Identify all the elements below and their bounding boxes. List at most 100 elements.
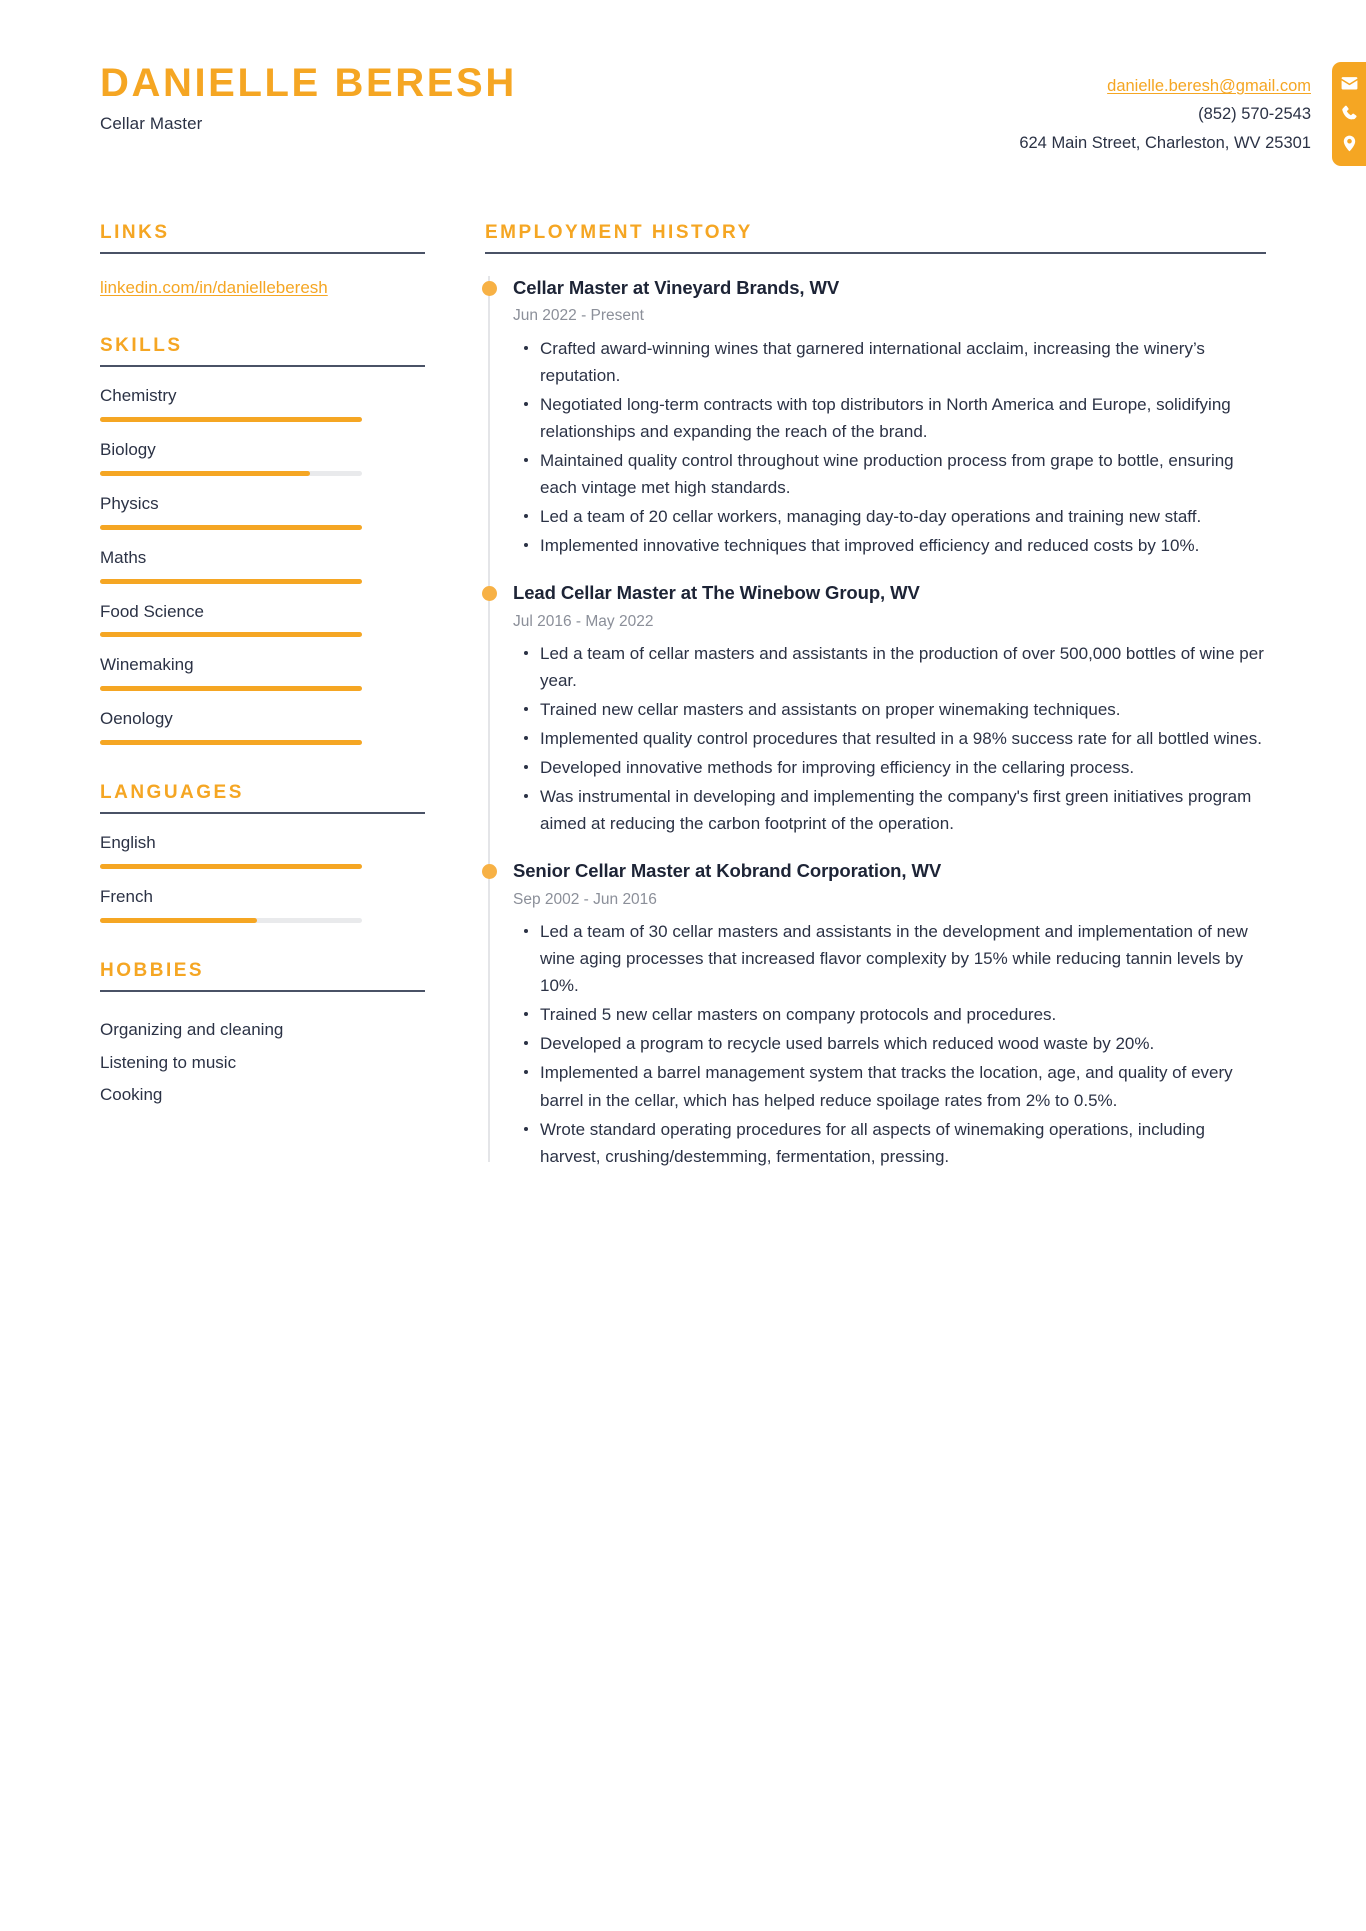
identity-block: DANIELLE BERESH Cellar Master bbox=[0, 61, 517, 134]
employment-timeline: Cellar Master at Vineyard Brands, WV Jun… bbox=[482, 254, 1266, 1170]
language-level-fill bbox=[100, 864, 362, 870]
section-title-skills: SKILLS bbox=[100, 334, 183, 356]
section-title-hobbies: HOBBIES bbox=[100, 960, 205, 982]
skill-label: Chemistry bbox=[100, 385, 177, 405]
envelope-icon bbox=[1340, 74, 1359, 93]
job-bullet: Trained 5 new cellar masters on company … bbox=[524, 1001, 1266, 1028]
link-item-linkedin[interactable]: linkedin.com/in/danielleberesh bbox=[100, 278, 328, 298]
job-bullet: Wrote standard operating procedures for … bbox=[524, 1116, 1266, 1170]
section-languages: LANGUAGES English French bbox=[100, 782, 425, 924]
hobbies-list: Organizing and cleaning Listening to mus… bbox=[100, 992, 425, 1112]
section-skills: SKILLS Chemistry Biology Physics Maths F… bbox=[100, 334, 425, 746]
section-links: LINKS linkedin.com/in/danielleberesh bbox=[100, 222, 425, 298]
skill-level-track bbox=[100, 524, 362, 530]
skill-row: Food Science bbox=[100, 601, 425, 638]
contact-phone: (852) 570-2543 bbox=[1198, 105, 1311, 124]
language-row: French bbox=[100, 886, 425, 924]
links-list: linkedin.com/in/danielleberesh bbox=[100, 254, 425, 298]
contact-icon-tab bbox=[1332, 62, 1366, 166]
candidate-job-title: Cellar Master bbox=[100, 114, 203, 134]
timeline-dot-icon bbox=[482, 586, 497, 602]
section-employment-history: EMPLOYMENT HISTORY Cellar Master at Vine… bbox=[482, 222, 1266, 1170]
skill-level-fill bbox=[100, 470, 310, 476]
skill-level-track bbox=[100, 470, 362, 476]
job-bullet: Developed innovative methods for improvi… bbox=[524, 754, 1266, 781]
resume-content: LINKS linkedin.com/in/danielleberesh SKI… bbox=[0, 222, 1366, 1172]
skill-label: Biology bbox=[100, 439, 156, 459]
skill-level-track bbox=[100, 740, 362, 746]
section-hobbies: HOBBIES Organizing and cleaning Listenin… bbox=[100, 960, 425, 1112]
job-bullet: Trained new cellar masters and assistant… bbox=[524, 696, 1266, 723]
skill-level-fill bbox=[100, 740, 362, 746]
skill-label: Physics bbox=[100, 493, 159, 513]
contact-details: danielle.beresh@gmail.com (852) 570-2543… bbox=[1019, 62, 1332, 157]
sidebar: LINKS linkedin.com/in/danielleberesh SKI… bbox=[100, 222, 425, 1112]
skill-label: Maths bbox=[100, 547, 147, 567]
skill-row: Maths bbox=[100, 547, 425, 584]
language-row: English bbox=[100, 832, 425, 870]
job-bullet-list: Led a team of cellar masters and assista… bbox=[513, 640, 1266, 837]
job-bullet: Negotiated long-term contracts with top … bbox=[524, 391, 1266, 445]
skill-row: Biology bbox=[100, 439, 425, 476]
resume-header: DANIELLE BERESH Cellar Master danielle.b… bbox=[0, 0, 1366, 166]
job-bullet: Implemented innovative techniques that i… bbox=[524, 532, 1266, 559]
language-level-fill bbox=[100, 918, 258, 924]
section-title-languages: LANGUAGES bbox=[100, 782, 244, 804]
skill-label: Winemaking bbox=[100, 655, 194, 675]
timeline-dot-icon bbox=[482, 864, 497, 880]
skill-level-track bbox=[100, 632, 362, 638]
skill-level-track bbox=[100, 578, 362, 584]
contact-block: danielle.beresh@gmail.com (852) 570-2543… bbox=[1019, 62, 1366, 166]
candidate-name: DANIELLE BERESH bbox=[100, 61, 517, 105]
job-bullet: Led a team of 30 cellar masters and assi… bbox=[524, 918, 1266, 999]
skill-row: Winemaking bbox=[100, 654, 425, 692]
languages-list: English French bbox=[100, 814, 425, 924]
job-bullet: Maintained quality control throughout wi… bbox=[524, 447, 1266, 501]
skill-level-fill bbox=[100, 578, 362, 584]
contact-email-row: danielle.beresh@gmail.com bbox=[1019, 72, 1311, 100]
job-dates: Jun 2022 - Present bbox=[513, 307, 644, 325]
language-label: French bbox=[100, 887, 153, 907]
job-bullet: Crafted award-winning wines that garnere… bbox=[524, 335, 1266, 389]
job-bullet: Implemented a barrel management system t… bbox=[524, 1059, 1266, 1113]
resume-page: DANIELLE BERESH Cellar Master danielle.b… bbox=[0, 0, 1366, 1931]
job-bullet-list: Crafted award-winning wines that garnere… bbox=[513, 335, 1266, 559]
job-bullet: Implemented quality control procedures t… bbox=[524, 725, 1266, 752]
timeline-dot-icon bbox=[482, 280, 497, 296]
job-dates: Jul 2016 - May 2022 bbox=[513, 612, 654, 630]
job-bullet: Was instrumental in developing and imple… bbox=[524, 783, 1266, 837]
skill-level-fill bbox=[100, 632, 362, 638]
job-entry: Senior Cellar Master at Kobrand Corporat… bbox=[482, 859, 1266, 1169]
contact-email[interactable]: danielle.beresh@gmail.com bbox=[1107, 77, 1311, 95]
skill-label: Food Science bbox=[100, 601, 204, 621]
job-bullet: Led a team of cellar masters and assista… bbox=[524, 640, 1266, 694]
main-column: EMPLOYMENT HISTORY Cellar Master at Vine… bbox=[482, 222, 1266, 1172]
skills-list: Chemistry Biology Physics Maths Food Sci… bbox=[100, 367, 425, 746]
job-bullet: Led a team of 20 cellar workers, managin… bbox=[524, 503, 1266, 530]
hobby-item: Cooking bbox=[100, 1085, 163, 1105]
job-heading: Senior Cellar Master at Kobrand Corporat… bbox=[513, 860, 942, 882]
skill-row: Physics bbox=[100, 493, 425, 530]
job-bullet: Developed a program to recycle used barr… bbox=[524, 1030, 1266, 1057]
skill-label: Oenology bbox=[100, 709, 173, 729]
hobby-item: Organizing and cleaning bbox=[100, 1020, 284, 1039]
skill-level-track bbox=[100, 686, 362, 692]
skill-row: Oenology bbox=[100, 708, 425, 746]
language-level-track bbox=[100, 918, 362, 924]
language-label: English bbox=[100, 833, 156, 853]
section-title-links: LINKS bbox=[100, 222, 170, 243]
section-title-employment: EMPLOYMENT HISTORY bbox=[485, 222, 753, 243]
contact-address: 624 Main Street, Charleston, WV 25301 bbox=[1019, 133, 1311, 152]
skill-level-fill bbox=[100, 524, 362, 530]
location-pin-icon bbox=[1340, 134, 1359, 153]
skill-level-fill bbox=[100, 416, 362, 422]
skill-row: Chemistry bbox=[100, 385, 425, 422]
skill-level-track bbox=[100, 416, 362, 422]
language-level-track bbox=[100, 864, 362, 870]
skill-level-fill bbox=[100, 686, 362, 692]
phone-icon bbox=[1340, 104, 1359, 123]
job-entry: Lead Cellar Master at The Winebow Group,… bbox=[482, 581, 1266, 837]
job-heading: Lead Cellar Master at The Winebow Group,… bbox=[513, 582, 920, 604]
job-bullet-list: Led a team of 30 cellar masters and assi… bbox=[513, 918, 1266, 1169]
job-entry: Cellar Master at Vineyard Brands, WV Jun… bbox=[482, 276, 1266, 559]
